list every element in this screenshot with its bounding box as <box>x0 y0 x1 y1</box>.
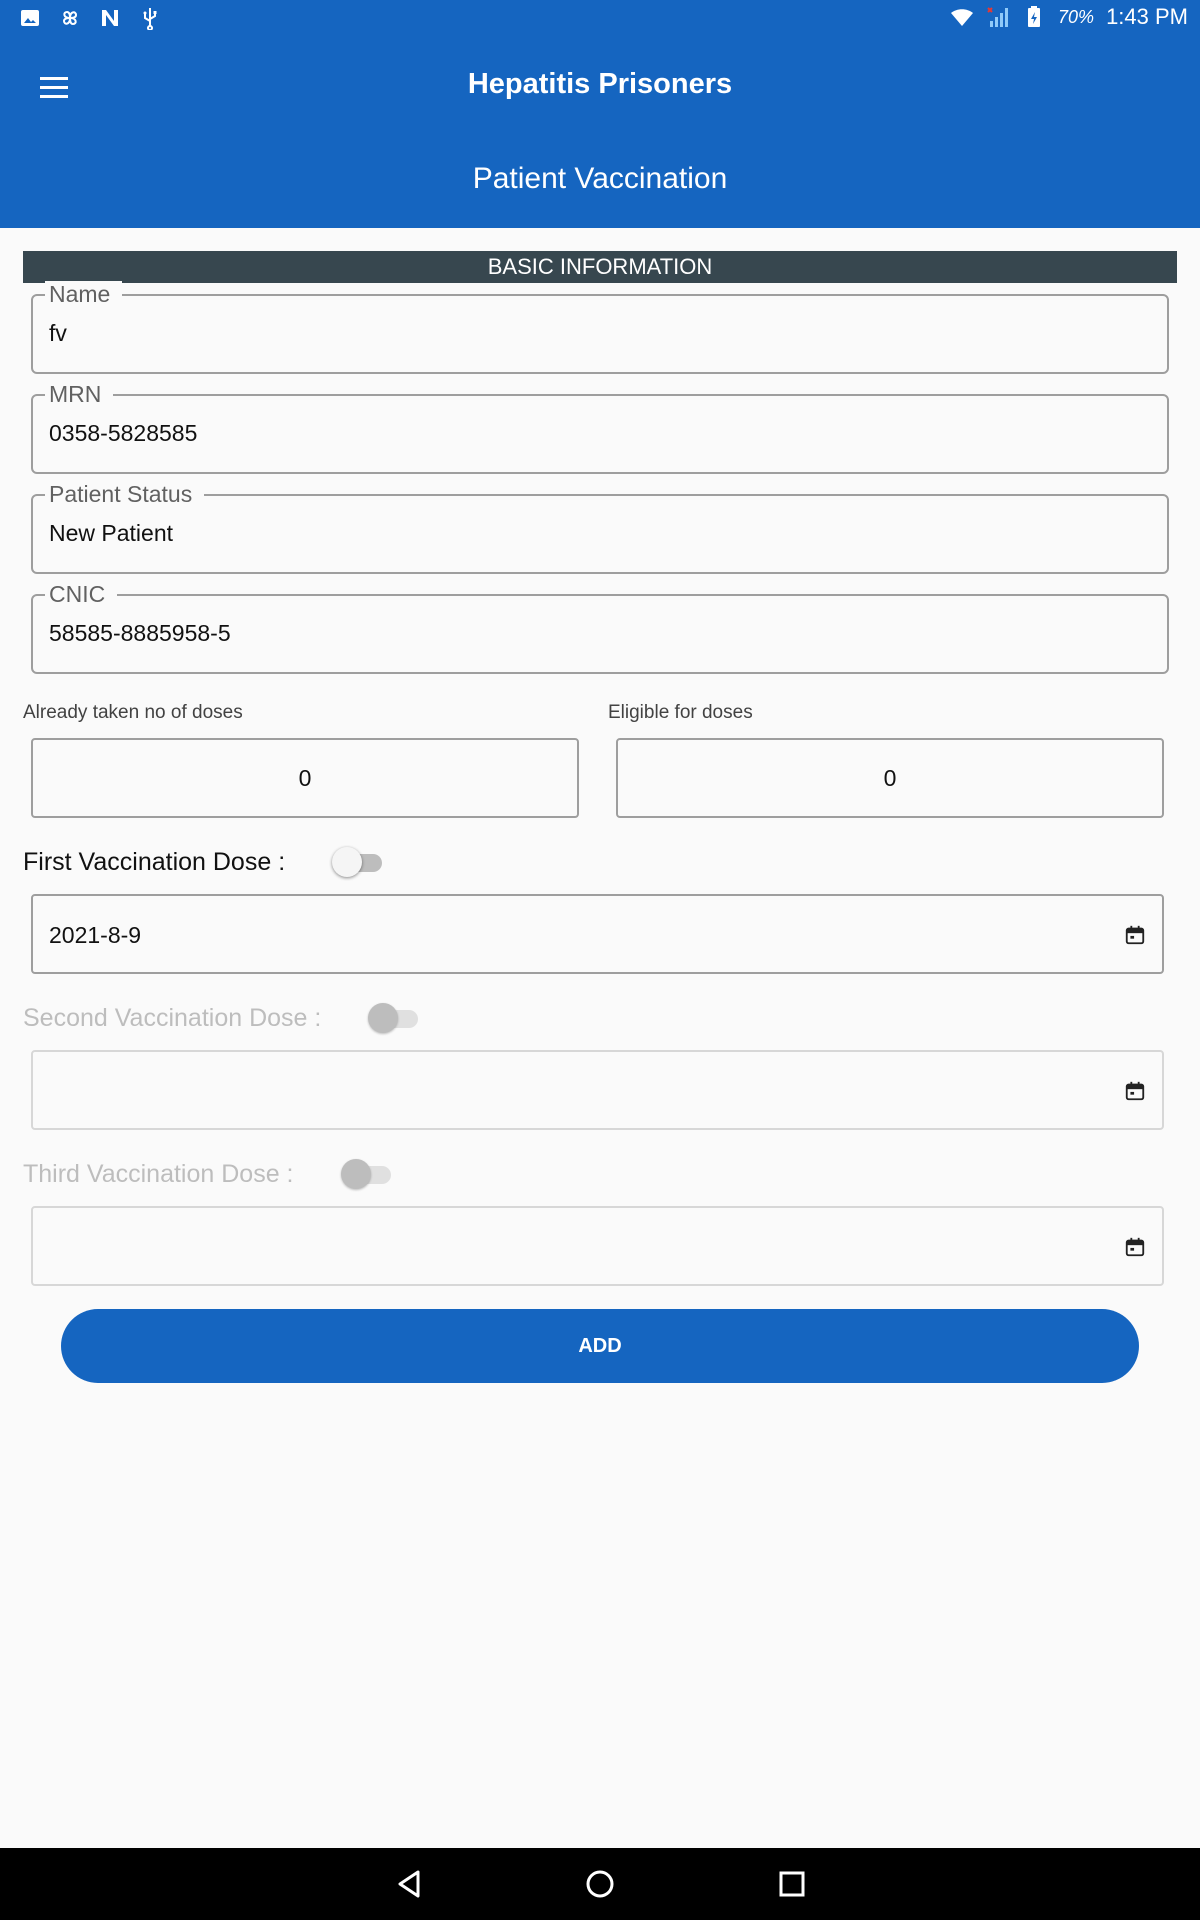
name-value: fv <box>49 320 67 346</box>
section-header-basic-info: BASIC INFORMATION <box>23 251 1177 283</box>
add-button[interactable]: ADD <box>61 1309 1139 1383</box>
second-dose-label: Second Vaccination Dose : <box>23 1004 322 1032</box>
toggle-thumb <box>341 1159 371 1189</box>
third-dose-toggle[interactable] <box>341 1158 395 1190</box>
navigation-bar <box>0 1848 1200 1920</box>
back-icon[interactable] <box>392 1866 428 1902</box>
first-dose-toggle[interactable] <box>332 846 386 878</box>
mrn-field[interactable]: MRN 0358-5828585 <box>31 381 1169 474</box>
name-label: Name <box>45 281 123 307</box>
usb-icon <box>143 8 157 30</box>
first-dose-label: First Vaccination Dose : <box>23 848 286 876</box>
battery-icon <box>1028 6 1041 27</box>
battery-percent: 70% <box>1058 6 1095 27</box>
third-dose-label: Third Vaccination Dose : <box>23 1160 294 1188</box>
eligible-doses-input[interactable]: 0 <box>616 738 1164 818</box>
signal-icon <box>987 7 1009 27</box>
second-dose-toggle[interactable] <box>368 1002 422 1034</box>
patient-status-field[interactable]: Patient Status New Patient <box>31 481 1169 574</box>
app-title: Hepatitis Prisoners <box>467 68 733 100</box>
calendar-icon[interactable] <box>1124 924 1146 946</box>
clock: 1:43 PM <box>1106 4 1188 29</box>
image-icon <box>21 10 39 26</box>
home-icon[interactable] <box>582 1866 618 1902</box>
cnic-label: CNIC <box>45 581 118 607</box>
first-dose-date-value: 2021-8-9 <box>49 922 142 948</box>
cnic-value: 58585-8885958-5 <box>49 620 231 646</box>
calendar-icon[interactable] <box>1124 1236 1146 1258</box>
taken-doses-label: Already taken no of doses <box>23 702 243 723</box>
status-bar: 70% 1:43 PM <box>0 0 1200 36</box>
name-field[interactable]: Name fv <box>31 281 1169 374</box>
patient-status-label: Patient Status <box>45 481 205 507</box>
eligible-doses-label: Eligible for doses <box>608 702 753 723</box>
page-title: Patient Vaccination <box>472 162 728 195</box>
calendar-icon[interactable] <box>1124 1080 1146 1102</box>
cnic-field[interactable]: CNIC 58585-8885958-5 <box>31 581 1169 674</box>
mrn-label: MRN <box>45 381 114 407</box>
toggle-thumb <box>332 847 362 877</box>
app-bar: Hepatitis Prisoners Patient Vaccination <box>0 36 1200 228</box>
mrn-value: 0358-5828585 <box>49 420 198 446</box>
taken-doses-input[interactable]: 0 <box>31 738 579 818</box>
patient-status-value: New Patient <box>49 520 174 546</box>
wifi-icon <box>951 9 974 26</box>
pinwheel-icon <box>62 10 78 26</box>
third-dose-date-input[interactable] <box>31 1206 1164 1286</box>
first-dose-date-input[interactable]: 2021-8-9 <box>31 894 1164 974</box>
toggle-thumb <box>368 1003 398 1033</box>
recents-icon[interactable] <box>774 1866 810 1902</box>
second-dose-date-input[interactable] <box>31 1050 1164 1130</box>
n-icon <box>102 10 118 26</box>
